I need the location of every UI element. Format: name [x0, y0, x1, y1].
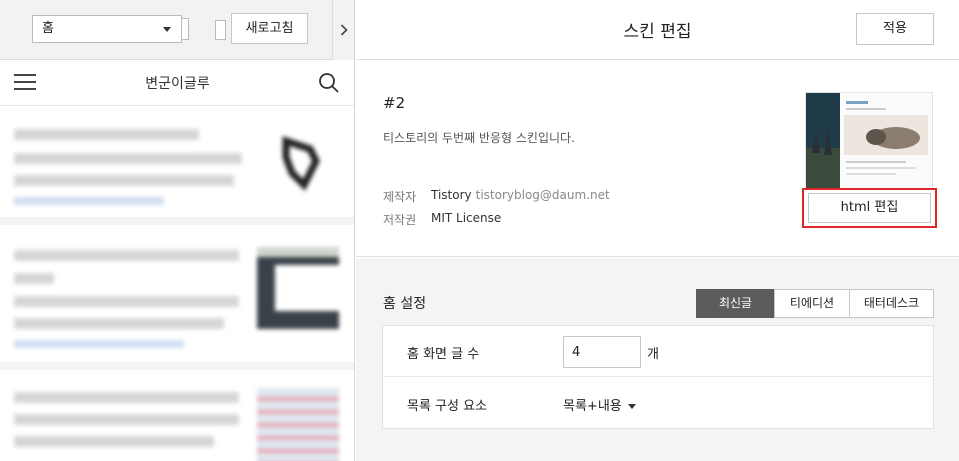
post-count-input[interactable]	[563, 336, 641, 368]
skin-preview-image	[805, 92, 933, 189]
skin-description: 티스토리의 두번째 반응형 스킨입니다.	[383, 131, 575, 145]
blog-header: 변군이글루	[0, 60, 354, 106]
author-value: Tistory tistoryblog@daum.net	[431, 188, 610, 202]
skin-edit-panel: 스킨 편집 적용 #2 티스토리의 두번째 반응형 스킨입니다. 제작자 Tis…	[356, 0, 959, 461]
preview-toolbar: 홈 새로고침	[0, 0, 354, 60]
post-thumbnail	[257, 388, 339, 461]
list-component-row: 목록 구성 요소 목록+내용	[383, 378, 933, 429]
collapse-preview-button[interactable]	[332, 0, 354, 60]
chevron-right-icon	[340, 24, 348, 36]
license-value: MIT License	[431, 211, 502, 225]
search-icon[interactable]	[318, 72, 340, 94]
author-row: 제작자 Tistory tistoryblog@daum.net	[383, 188, 610, 205]
blog-title: 변군이글루	[145, 76, 210, 92]
preview-page-select-value: 홈	[42, 21, 54, 36]
list-component-select[interactable]: 목록+내용	[563, 395, 636, 414]
tab-latest-posts[interactable]: 최신글	[696, 289, 775, 318]
blog-preview-pane: 홈 새로고침 변군이글루	[0, 0, 355, 461]
skin-info-section: #2 티스토리의 두번째 반응형 스킨입니다. 제작자 Tistory tisto…	[356, 61, 959, 257]
list-item[interactable]	[0, 370, 354, 461]
tab-t-edition[interactable]: 티에디션	[774, 289, 850, 318]
post-count-unit: 개	[647, 347, 659, 362]
list-component-value: 목록+내용	[563, 399, 622, 414]
preview-toggle-checkbox[interactable]	[215, 20, 226, 40]
post-count-row: 홈 화면 글 수 개	[383, 326, 933, 377]
panel-header: 스킨 편집 적용	[356, 0, 959, 60]
home-settings-section: 홈 설정 최신글 티에디션 태터데스크 홈 화면 글 수 개 목록 구성 요소 …	[356, 258, 959, 461]
license-label: 저작권	[383, 213, 417, 227]
preview-page-select[interactable]: 홈	[32, 15, 182, 43]
tab-tatter-desk[interactable]: 태터데스크	[849, 289, 934, 318]
html-edit-button[interactable]: html 편집	[808, 193, 931, 223]
home-settings-title: 홈 설정	[383, 296, 427, 312]
skin-name: #2	[383, 94, 406, 112]
post-thumbnail	[272, 127, 328, 197]
skin-preview-illustration	[806, 93, 932, 188]
author-label: 제작자	[383, 190, 417, 204]
list-component-label: 목록 구성 요소	[407, 399, 488, 414]
home-settings-table: 홈 화면 글 수 개 목록 구성 요소 목록+내용	[382, 325, 934, 429]
skin-editor-screen: 홈 새로고침 변군이글루 스킨 편집 적용 #2 티스토리의 두번째 반응형 스…	[0, 0, 959, 461]
license-row: 저작권 MIT License	[383, 211, 501, 228]
chevron-down-icon	[163, 27, 171, 32]
list-item[interactable]	[0, 107, 354, 225]
list-item[interactable]	[0, 225, 354, 370]
caret-down-icon	[627, 404, 636, 409]
post-thumbnail	[257, 247, 339, 329]
select-end-cap	[181, 18, 189, 40]
author-email: tistoryblog@daum.net	[475, 188, 610, 202]
post-count-label: 홈 화면 글 수	[407, 347, 480, 362]
apply-button[interactable]: 적용	[856, 13, 934, 45]
author-name: Tistory	[431, 188, 472, 202]
refresh-button[interactable]: 새로고침	[231, 13, 308, 44]
html-edit-highlight: html 편집	[802, 188, 937, 228]
